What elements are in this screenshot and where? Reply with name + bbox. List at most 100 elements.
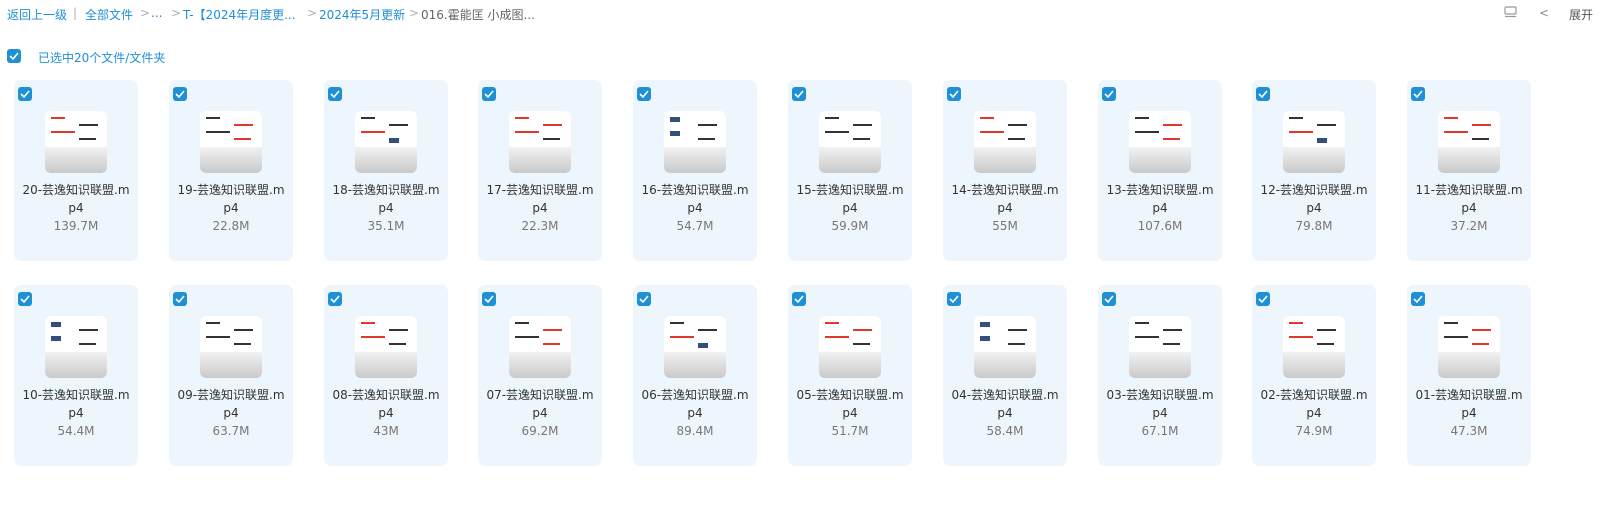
file-name: 08-芸逸知识联盟.mp4 [332,388,440,420]
file-card[interactable]: 02-芸逸知识联盟.mp4 74.9M [1252,285,1376,466]
file-card[interactable]: 03-芸逸知识联盟.mp4 67.1M [1098,285,1222,466]
video-thumbnail [1283,111,1345,173]
back-link[interactable]: 返回上一级 [7,6,67,23]
video-thumbnail [509,316,571,378]
file-size: 54.4M [57,424,95,438]
file-checkbox[interactable] [947,87,961,101]
file-card[interactable]: 04-芸逸知识联盟.mp4 58.4M [943,285,1067,466]
file-name: 04-芸逸知识联盟.mp4 [951,388,1059,420]
chevron-right-icon: > [140,6,151,20]
file-name: 12-芸逸知识联盟.mp4 [1260,183,1368,215]
file-card[interactable]: 09-芸逸知识联盟.mp4 63.7M [169,285,293,466]
file-checkbox[interactable] [1411,87,1425,101]
file-checkbox[interactable] [1411,292,1425,306]
file-card[interactable]: 15-芸逸知识联盟.mp4 59.9M [788,80,912,261]
file-name: 02-芸逸知识联盟.mp4 [1260,388,1368,420]
file-size: 59.9M [831,219,869,233]
file-size: 67.1M [1141,424,1179,438]
file-checkbox[interactable] [18,292,32,306]
video-thumbnail [664,316,726,378]
breadcrumb-folder-monthly[interactable]: T-【2024年月度更... [183,6,296,23]
video-thumbnail [1283,316,1345,378]
file-card[interactable]: 05-芸逸知识联盟.mp4 51.7M [788,285,912,466]
file-card[interactable]: 19-芸逸知识联盟.mp4 22.8M [169,80,293,261]
file-name: 01-芸逸知识联盟.mp4 [1415,388,1523,420]
file-name: 16-芸逸知识联盟.mp4 [641,183,749,215]
file-card[interactable]: 17-芸逸知识联盟.mp4 22.3M [478,80,602,261]
file-checkbox[interactable] [173,87,187,101]
file-checkbox[interactable] [18,87,32,101]
file-name: 11-芸逸知识联盟.mp4 [1415,183,1523,215]
select-all-checkbox[interactable] [7,49,21,63]
file-name: 13-芸逸知识联盟.mp4 [1106,183,1214,215]
file-checkbox[interactable] [1256,87,1270,101]
video-thumbnail [1129,111,1191,173]
video-thumbnail [200,111,262,173]
video-thumbnail [974,316,1036,378]
selection-count-label: 已选中20个文件/文件夹 [38,51,166,65]
file-size: 139.7M [53,219,99,233]
file-card[interactable]: 07-芸逸知识联盟.mp4 69.2M [478,285,602,466]
file-size: 22.3M [521,219,559,233]
file-size: 58.4M [986,424,1024,438]
breadcrumb-folder-may[interactable]: 2024年5月更新 [319,6,405,23]
file-size: 43M [373,424,399,438]
breadcrumb-current: 016.霍能匡 小成图... [421,8,535,22]
file-checkbox[interactable] [482,292,496,306]
file-card[interactable]: 08-芸逸知识联盟.mp4 43M [324,285,448,466]
file-checkbox[interactable] [637,292,651,306]
top-bar: 返回上一级 | 全部文件 > ... > T-【2024年月度更... > 20… [7,6,1623,24]
file-name: 15-芸逸知识联盟.mp4 [796,183,904,215]
file-checkbox[interactable] [328,292,342,306]
file-name: 19-芸逸知识联盟.mp4 [177,183,285,215]
video-thumbnail [200,316,262,378]
file-size: 37.2M [1450,219,1488,233]
file-size: 55M [992,219,1018,233]
video-thumbnail [1438,316,1500,378]
video-thumbnail [819,111,881,173]
chevron-left-icon[interactable]: < [1539,6,1549,20]
file-card[interactable]: 14-芸逸知识联盟.mp4 55M [943,80,1067,261]
video-thumbnail [1438,111,1500,173]
file-card[interactable]: 10-芸逸知识联盟.mp4 54.4M [14,285,138,466]
breadcrumb-ellipsis[interactable]: ... [151,6,162,20]
file-checkbox[interactable] [947,292,961,306]
file-size: 47.3M [1450,424,1488,438]
file-size: 54.7M [676,219,714,233]
file-name: 18-芸逸知识联盟.mp4 [332,183,440,215]
video-thumbnail [819,316,881,378]
file-size: 63.7M [212,424,250,438]
video-thumbnail [355,316,417,378]
file-card[interactable]: 06-芸逸知识联盟.mp4 89.4M [633,285,757,466]
video-thumbnail [45,316,107,378]
file-checkbox[interactable] [1102,292,1116,306]
file-name: 03-芸逸知识联盟.mp4 [1106,388,1214,420]
file-checkbox[interactable] [792,292,806,306]
file-card[interactable]: 20-芸逸知识联盟.mp4 139.7M [14,80,138,261]
breadcrumb-divider: | [73,6,78,20]
file-checkbox[interactable] [328,87,342,101]
file-card[interactable]: 13-芸逸知识联盟.mp4 107.6M [1098,80,1222,261]
file-name: 17-芸逸知识联盟.mp4 [486,183,594,215]
video-thumbnail [974,111,1036,173]
file-name: 07-芸逸知识联盟.mp4 [486,388,594,420]
file-card[interactable]: 11-芸逸知识联盟.mp4 37.2M [1407,80,1531,261]
file-card[interactable]: 16-芸逸知识联盟.mp4 54.7M [633,80,757,261]
file-card[interactable]: 01-芸逸知识联盟.mp4 47.3M [1407,285,1531,466]
breadcrumb-all-files[interactable]: 全部文件 [85,6,133,23]
video-thumbnail [509,111,571,173]
file-name: 06-芸逸知识联盟.mp4 [641,388,749,420]
file-size: 35.1M [367,219,405,233]
list-view-icon[interactable] [1504,6,1517,22]
file-checkbox[interactable] [1102,87,1116,101]
expand-button[interactable]: 展开 [1569,6,1593,23]
file-checkbox[interactable] [792,87,806,101]
file-checkbox[interactable] [637,87,651,101]
file-checkbox[interactable] [482,87,496,101]
file-card[interactable]: 12-芸逸知识联盟.mp4 79.8M [1252,80,1376,261]
file-size: 22.8M [212,219,250,233]
file-checkbox[interactable] [1256,292,1270,306]
video-thumbnail [45,111,107,173]
file-checkbox[interactable] [173,292,187,306]
file-card[interactable]: 18-芸逸知识联盟.mp4 35.1M [324,80,448,261]
